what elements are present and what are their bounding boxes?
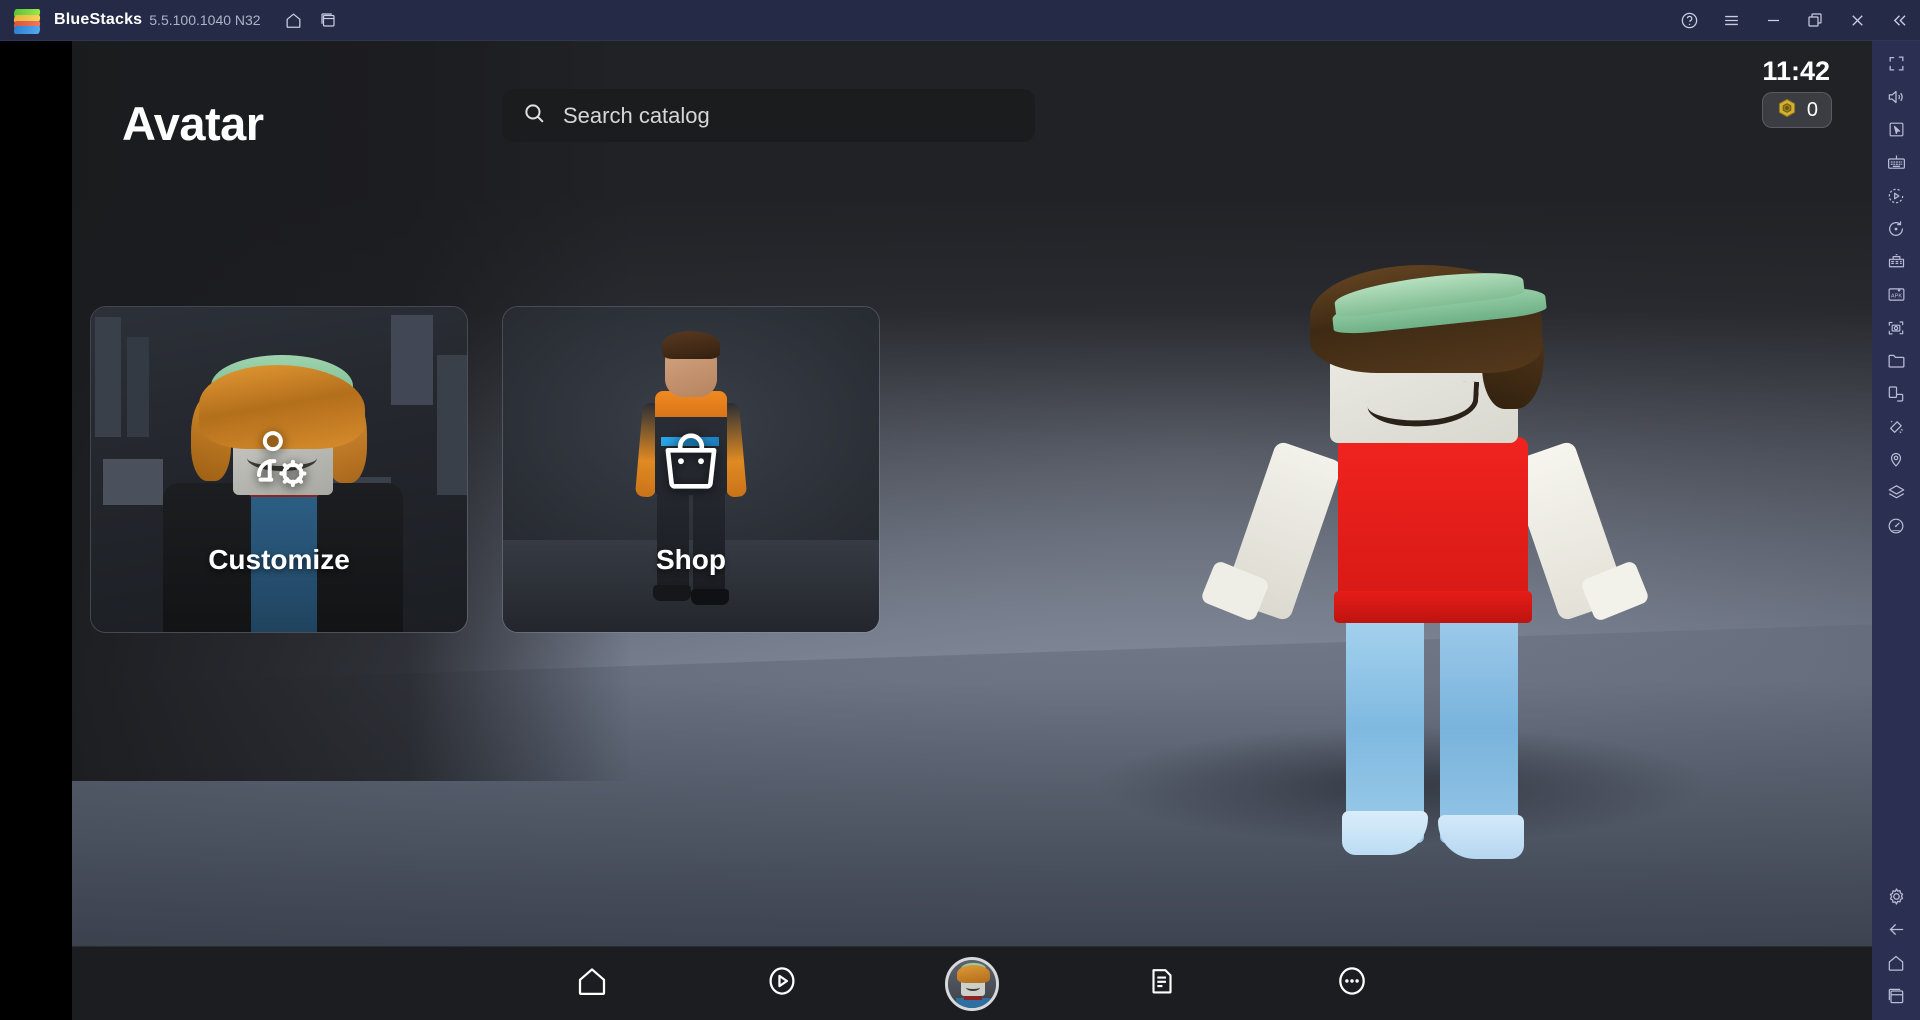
minimize-icon[interactable] — [1758, 5, 1788, 35]
settings-gear-icon[interactable] — [1876, 880, 1916, 913]
circle-play-icon — [764, 963, 800, 1004]
page-title: Avatar — [122, 97, 264, 150]
screenshot-icon[interactable] — [1876, 311, 1916, 344]
pointer-icon[interactable] — [1876, 113, 1916, 146]
titlebar-multi-instance-icon[interactable] — [311, 3, 345, 37]
window-titlebar: BlueStacks 5.5.100.1040 N32 — [0, 0, 1920, 41]
search-icon — [522, 101, 547, 131]
nav-home-button[interactable] — [561, 953, 623, 1015]
nav-discover-button[interactable] — [751, 953, 813, 1015]
nav-more-button[interactable] — [1321, 953, 1383, 1015]
hamburger-menu-icon[interactable] — [1716, 5, 1746, 35]
media-folder-icon[interactable] — [1876, 344, 1916, 377]
shopping-bag-icon — [654, 422, 728, 501]
shop-card-label: Shop — [656, 544, 726, 575]
search-catalog-field[interactable]: Search catalog — [502, 89, 1035, 142]
collapse-chevrons-icon[interactable] — [1884, 5, 1914, 35]
nav-chat-button[interactable] — [1131, 953, 1193, 1015]
multi-instance-manager-icon[interactable] — [1876, 245, 1916, 278]
app-version-label: 5.5.100.1040 N32 — [149, 12, 261, 28]
bluestacks-window: BlueStacks 5.5.100.1040 N32 Avatar Searc… — [0, 0, 1920, 1020]
robux-balance-pill[interactable]: 0 — [1761, 92, 1832, 128]
recent-apps-icon[interactable] — [1876, 979, 1916, 1012]
chat-list-icon — [1145, 964, 1179, 1003]
avatar-3d-preview[interactable] — [1182, 251, 1742, 951]
fullscreen-icon[interactable] — [1876, 47, 1916, 80]
customize-card[interactable]: Customize — [90, 306, 468, 633]
close-icon[interactable] — [1842, 5, 1872, 35]
help-circle-icon[interactable] — [1674, 5, 1704, 35]
rotate-screen-icon[interactable] — [1876, 377, 1916, 410]
ellipsis-circle-icon — [1334, 963, 1370, 1004]
customize-card-label: Customize — [208, 544, 350, 575]
performance-meter-icon[interactable] — [1876, 509, 1916, 542]
app-name-label: BlueStacks — [54, 11, 143, 28]
bluestacks-logo-icon — [13, 9, 41, 34]
search-placeholder: Search catalog — [563, 102, 710, 128]
nav-avatar-button[interactable] — [941, 953, 1003, 1015]
titlebar-home-icon[interactable] — [277, 3, 311, 37]
person-gear-icon — [242, 422, 316, 501]
system-clock: 11:42 — [1762, 56, 1830, 86]
home-icon — [574, 963, 610, 1004]
eco-mode-icon[interactable] — [1876, 476, 1916, 509]
window-controls — [1674, 5, 1920, 35]
install-apk-icon[interactable]: APK — [1876, 278, 1916, 311]
sync-operations-icon[interactable] — [1876, 212, 1916, 245]
robux-amount: 0 — [1806, 98, 1818, 121]
android-screen: Avatar Search catalog 11:42 0 Customize … — [72, 41, 1872, 1020]
svg-text:APK: APK — [1890, 293, 1901, 299]
location-icon[interactable] — [1876, 443, 1916, 476]
volume-icon[interactable] — [1876, 80, 1916, 113]
avatar-thumbnail — [945, 956, 999, 1011]
keyboard-icon[interactable] — [1876, 146, 1916, 179]
bottom-navigation-bar — [72, 946, 1872, 1020]
macro-record-icon[interactable] — [1876, 179, 1916, 212]
emulator-sidebar: APK — [1872, 41, 1920, 1020]
restore-window-icon[interactable] — [1800, 5, 1830, 35]
android-home-icon[interactable] — [1876, 946, 1916, 979]
shop-card[interactable]: Shop — [502, 306, 880, 633]
robux-icon — [1776, 97, 1798, 124]
back-arrow-icon[interactable] — [1876, 913, 1916, 946]
shake-icon[interactable] — [1876, 410, 1916, 443]
